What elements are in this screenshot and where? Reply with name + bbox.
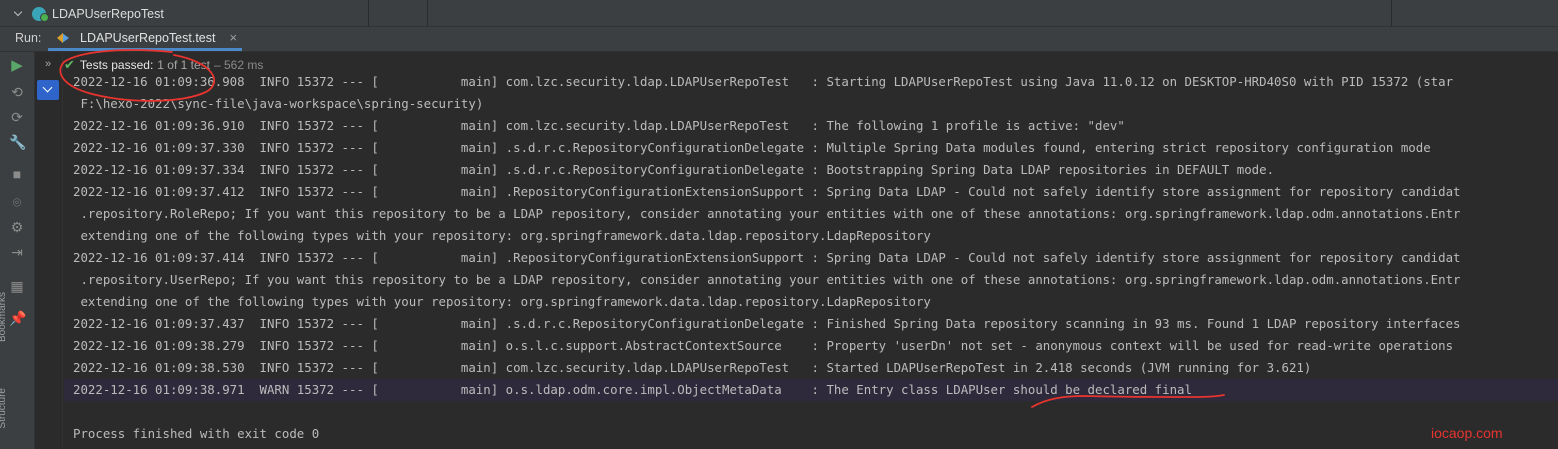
expand-icon[interactable]: »	[45, 58, 51, 70]
pin-icon[interactable]: 📌	[9, 310, 26, 326]
stop-icon[interactable]: ■	[9, 166, 25, 182]
status-count: 1 of 1 test	[157, 58, 210, 72]
layout-icon[interactable]: ▦	[9, 278, 25, 294]
console-line: .repository.UserRepo; If you want this r…	[73, 272, 1461, 287]
run-toolbar: ▶ ⟲ ⟳ 🔧 ■ ⌾ ⚙ ⇥ ▦ 📌 Bookmarks Structure	[0, 52, 35, 449]
status-passed-text: Tests passed:	[79, 58, 154, 72]
console-line: extending one of the following types wit…	[73, 294, 931, 309]
run-label: Run:	[15, 31, 42, 45]
toggle-auto-test-icon[interactable]: ⟳	[9, 109, 25, 125]
divider	[368, 0, 369, 26]
divider	[1391, 0, 1392, 26]
console-line: 2022-12-16 01:09:37.414 INFO 15372 --- […	[73, 250, 1461, 265]
console-line: 2022-12-16 01:09:37.437 INFO 15372 --- […	[73, 316, 1461, 331]
gear-icon[interactable]: ⚙	[9, 219, 25, 235]
test-class-icon	[32, 7, 49, 22]
junit-test-icon	[57, 32, 74, 44]
tree-item-label: LDAPUserRepoTest	[52, 7, 164, 21]
console-line: 2022-12-16 01:09:37.334 INFO 15372 --- […	[73, 162, 1275, 177]
structure-side-tab[interactable]: Structure	[0, 388, 9, 429]
test-tree-column: »	[35, 52, 63, 449]
console-line: F:\hexo-2022\sync-file\java-workspace\sp…	[73, 96, 484, 111]
console-line: 2022-12-16 01:09:36.908 INFO 15372 --- […	[73, 74, 1454, 89]
console-line: extending one of the following types wit…	[73, 228, 931, 243]
tab-label: LDAPUserRepoTest.test	[80, 30, 216, 45]
console-line: 2022-12-16 01:09:38.279 INFO 15372 --- […	[73, 338, 1454, 353]
run-tool-header: Run: LDAPUserRepoTest.test ×	[0, 27, 1558, 52]
collapse-tree-button[interactable]	[37, 80, 59, 100]
status-duration: – 562 ms	[213, 58, 264, 72]
console-line: 2022-12-16 01:09:36.910 INFO 15372 --- […	[73, 118, 1125, 133]
rerun-failed-icon[interactable]: ⟲	[9, 84, 25, 100]
console-line: 2022-12-16 01:09:37.330 INFO 15372 --- […	[73, 140, 1431, 155]
camera-icon[interactable]: ⌾	[9, 194, 25, 210]
divider	[427, 0, 428, 26]
rerun-icon[interactable]: ▶	[9, 58, 25, 74]
console-line-exit: Process finished with exit code 0	[73, 426, 320, 441]
watermark: iocaop.com	[1431, 425, 1503, 441]
console-line-warning: 2022-12-16 01:09:38.971 WARN 15372 --- […	[64, 379, 1558, 401]
exit-icon[interactable]: ⇥	[9, 244, 25, 260]
console-line: 2022-12-16 01:09:38.530 INFO 15372 --- […	[73, 360, 1312, 375]
console-line: .repository.RoleRepo; If you want this r…	[73, 206, 1461, 221]
settings-wrench-icon[interactable]: 🔧	[9, 134, 26, 150]
close-icon[interactable]: ×	[229, 30, 237, 45]
bookmarks-side-tab[interactable]: Bookmarks	[0, 292, 9, 342]
console-line: 2022-12-16 01:09:37.412 INFO 15372 --- […	[73, 184, 1461, 199]
console-output[interactable]: 2022-12-16 01:09:36.908 INFO 15372 --- […	[64, 71, 1558, 449]
tree-row-test-class[interactable]: LDAPUserRepoTest	[14, 5, 164, 23]
chevron-down-icon[interactable]	[14, 9, 24, 19]
tab-run-configuration[interactable]: LDAPUserRepoTest.test ×	[48, 27, 242, 51]
project-tree-bar: LDAPUserRepoTest	[0, 0, 1558, 27]
